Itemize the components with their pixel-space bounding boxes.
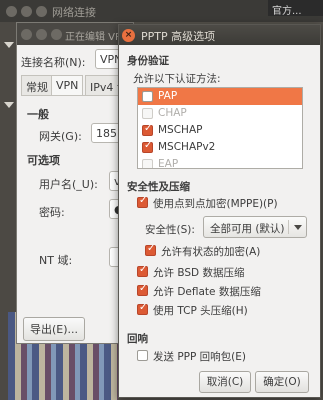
- tab-vpn[interactable]: VPN: [51, 75, 84, 95]
- chap-checkbox[interactable]: [142, 108, 153, 119]
- vpn-tab-panel: 一般 网关(G): 185. 可选项 用户名(_U): vp 密码: ● NT …: [21, 95, 133, 305]
- close-window-icon[interactable]: [21, 29, 32, 40]
- maximize-window-icon[interactable]: [51, 29, 62, 40]
- password-label: 密码:: [39, 206, 65, 219]
- security-combo-value: 全部可用 (默认): [210, 223, 285, 235]
- pap-checkbox[interactable]: [142, 91, 153, 102]
- network-connections-title: 网络连接: [52, 6, 96, 19]
- eap-checkbox[interactable]: [142, 159, 153, 168]
- mppe-label: 使用点到点加密(MPPE)(P): [153, 198, 278, 210]
- auth-method-pap[interactable]: PAP: [138, 88, 302, 105]
- expand-arrow-icon[interactable]: [4, 102, 14, 108]
- security-combo[interactable]: 全部可用 (默认): [203, 216, 307, 238]
- auth-method-label: PAP: [158, 90, 178, 102]
- minimize-window-icon[interactable]: [36, 29, 47, 40]
- close-icon[interactable]: ×: [122, 29, 135, 42]
- gateway-label: 网关(G):: [39, 130, 82, 143]
- auth-heading: 身份验证: [127, 55, 169, 67]
- security-heading: 安全性及压缩: [127, 181, 190, 193]
- window-controls: [21, 29, 66, 42]
- chevron-down-icon: [294, 225, 302, 230]
- pptp-dialog-title: PPTP 高级选项: [141, 30, 216, 43]
- ppp-echo-checkbox[interactable]: [137, 350, 148, 361]
- bsd-compression-checkbox[interactable]: [137, 264, 148, 277]
- nt-domain-label: NT 域:: [39, 254, 73, 267]
- close-window-icon[interactable]: [6, 6, 17, 17]
- auth-method-label: EAP: [158, 158, 179, 169]
- tcp-header-compression-checkbox[interactable]: [137, 302, 148, 315]
- security-label: 安全性(S):: [145, 224, 195, 236]
- auth-method-label: MSCHAP: [158, 124, 203, 136]
- mppe-checkbox[interactable]: [137, 195, 148, 208]
- window-controls: [6, 6, 51, 19]
- export-button[interactable]: 导出(E)...: [23, 317, 86, 341]
- connection-name-label: 连接名称(N):: [21, 56, 86, 69]
- ppp-echo-label: 发送 PPP 回响包(E): [153, 351, 246, 363]
- pptp-dialog-titlebar: × PPTP 高级选项: [119, 25, 320, 45]
- vpn-editor-window: 正在编辑 VPN 连接名称(N): VPN 常规 VPN IPv4 设 一般 网…: [16, 22, 134, 344]
- auth-method-mschapv2[interactable]: MSCHAPv2: [138, 139, 302, 156]
- mschap-checkbox[interactable]: [142, 123, 153, 136]
- stateful-encryption-label: 允许有状态的加密(A): [161, 246, 261, 258]
- deflate-compression-checkbox[interactable]: [137, 283, 148, 296]
- mschapv2-checkbox[interactable]: [142, 140, 153, 153]
- auth-method-mschap[interactable]: MSCHAP: [138, 122, 302, 139]
- combo-divider: [288, 220, 289, 234]
- auth-allow-label: 允许以下认证方法:: [133, 73, 221, 85]
- optional-heading: 可选项: [27, 154, 60, 167]
- pptp-advanced-dialog: × PPTP 高级选项 身份验证 允许以下认证方法: PAP CHAP MSCH…: [118, 24, 321, 398]
- tcp-header-compression-label: 使用 TCP 头压缩(H): [153, 305, 248, 317]
- ok-button[interactable]: 确定(O): [255, 371, 309, 393]
- username-label: 用户名(_U):: [39, 178, 98, 191]
- auth-method-label: CHAP: [158, 107, 187, 119]
- auth-method-label: MSCHAPv2: [158, 141, 216, 153]
- vpn-editor-titlebar: 正在编辑 VPN: [17, 23, 133, 45]
- minimize-window-icon[interactable]: [21, 6, 32, 17]
- cancel-button[interactable]: 取消(C): [199, 371, 251, 393]
- echo-heading: 回响: [127, 333, 148, 345]
- bsd-compression-label: 允许 BSD 数据压缩: [153, 267, 245, 279]
- general-heading: 一般: [27, 108, 49, 121]
- auth-method-eap[interactable]: EAP: [138, 156, 302, 169]
- expand-arrow-icon[interactable]: [4, 42, 14, 48]
- deflate-compression-label: 允许 Deflate 数据压缩: [153, 286, 261, 298]
- topbar-right-text: 官方...: [268, 0, 323, 17]
- auth-method-list[interactable]: PAP CHAP MSCHAP MSCHAPv2 EAP: [137, 87, 303, 169]
- tab-general[interactable]: 常规: [21, 75, 53, 95]
- stateful-encryption-checkbox[interactable]: [145, 243, 156, 256]
- auth-method-chap[interactable]: CHAP: [138, 105, 302, 122]
- maximize-window-icon[interactable]: [36, 6, 47, 17]
